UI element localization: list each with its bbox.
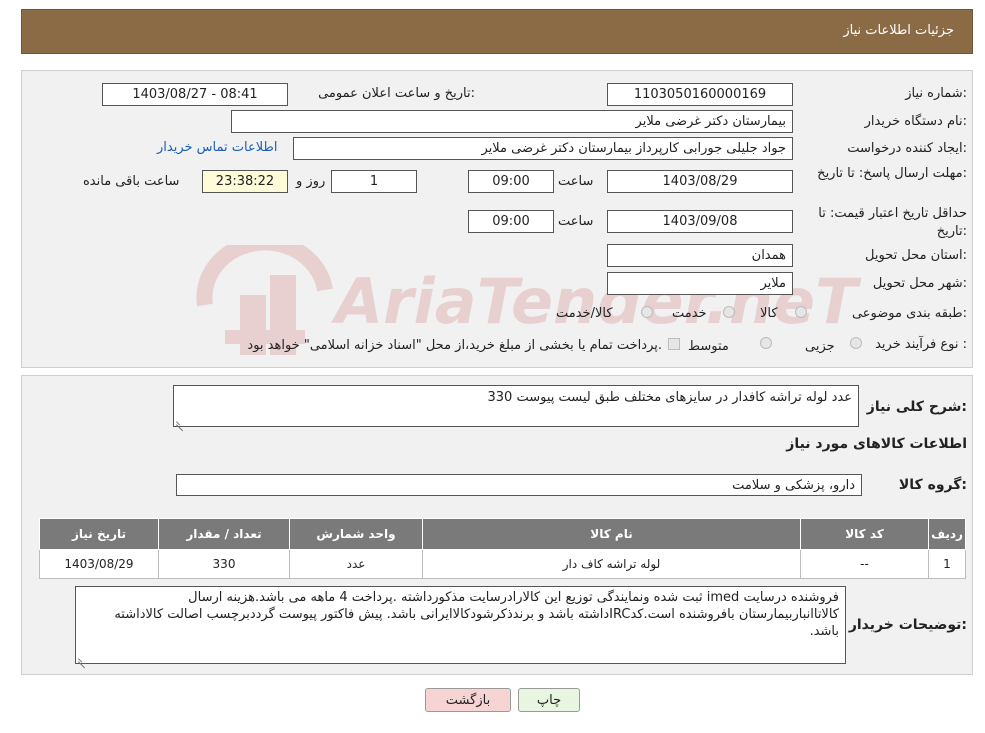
validity-label: حداقل تاریخ اعتبار قیمت: تا تاریخ: [818, 206, 967, 239]
category-goods-service-label: کالا/خدمت [556, 306, 613, 321]
province-label: استان محل تحویل: [865, 248, 967, 263]
cell-row: 1 [928, 549, 966, 579]
col-date-header: تاریخ نیاز [39, 518, 159, 550]
process-medium-label: متوسط [688, 339, 729, 354]
validity-time-label: ساعت [558, 214, 594, 229]
category-goods-radio[interactable] [795, 306, 807, 318]
days-field: 1 [331, 170, 417, 193]
announce-field: 1403/08/27 - 08:41 [102, 83, 288, 106]
category-service-label: خدمت [672, 306, 707, 321]
creator-label: ایجاد کننده درخواست: [847, 141, 967, 156]
back-button[interactable]: بازگشت [425, 688, 511, 712]
buyer-org-field: بیمارستان دکتر غرضی ملایر [231, 110, 793, 133]
goods-group-field: دارو، پزشکی و سلامت [176, 474, 862, 496]
creator-field: جواد جلیلی جورابی کارپرداز بیمارستان دکت… [293, 137, 793, 160]
cell-code: -- [800, 549, 929, 579]
page-title: جزئیات اطلاعات نیاز [843, 23, 954, 38]
summary-label: شرح کلی نیاز: [866, 399, 967, 415]
city-field: ملایر [607, 272, 793, 295]
remaining-label: ساعت باقی مانده [83, 174, 180, 189]
col-qty-header: تعداد / مقدار [158, 518, 290, 550]
category-service-radio[interactable] [723, 306, 735, 318]
items-table: ردیف کد کالا نام کالا واحد شمارش تعداد /… [39, 518, 966, 579]
remaining-time-field: 23:38:22 [202, 170, 288, 193]
process-minor-radio[interactable] [850, 337, 862, 349]
cell-name: لوله تراشه کاف دار [422, 549, 801, 579]
summary-text: 330 عدد لوله تراشه کافدار در سایزهای مخت… [487, 390, 852, 405]
table-header-row: ردیف کد کالا نام کالا واحد شمارش تعداد /… [39, 518, 966, 550]
validity-time-field: 09:00 [468, 210, 554, 233]
process-note: پرداخت تمام یا بخشی از مبلغ خرید،از محل … [247, 338, 662, 353]
col-row-header: ردیف [928, 518, 966, 550]
col-unit-header: واحد شمارش [289, 518, 423, 550]
table-row[interactable]: 1 -- لوله تراشه کاف دار عدد 330 1403/08/… [39, 549, 966, 579]
resize-grip-icon[interactable] [78, 654, 86, 662]
cell-qty: 330 [158, 549, 290, 579]
announce-label: تاریخ و ساعت اعلان عمومی: [318, 86, 475, 101]
need-number-field: 1103050160000169 [607, 83, 793, 106]
province-field: همدان [607, 244, 793, 267]
print-button[interactable]: چاپ [518, 688, 580, 712]
deadline-time-label: ساعت [558, 174, 594, 189]
process-medium-radio[interactable] [760, 337, 772, 349]
resize-grip-icon[interactable] [176, 417, 184, 425]
buyer-notes-label: توضیحات خریدار: [848, 617, 967, 633]
city-label: شهر محل تحویل: [872, 276, 967, 291]
deadline-label: مهلت ارسال پاسخ: تا تاریخ: [817, 166, 967, 181]
buyer-notes-field: فروشنده درسایت imed ثبت شده ونمایندگی تو… [75, 586, 846, 664]
page-header: جزئیات اطلاعات نیاز [21, 9, 973, 54]
col-name-header: نام کالا [422, 518, 801, 550]
treasury-checkbox[interactable] [668, 338, 680, 350]
cell-unit: عدد [289, 549, 423, 579]
items-table-wrapper: ردیف کد کالا نام کالا واحد شمارش تعداد /… [39, 518, 966, 579]
deadline-time-field: 09:00 [468, 170, 554, 193]
days-label: روز و [296, 174, 326, 189]
summary-field: 330 عدد لوله تراشه کافدار در سایزهای مخت… [173, 385, 859, 427]
category-goods-service-radio[interactable] [641, 306, 653, 318]
buyer-notes-text: فروشنده درسایت imed ثبت شده ونمایندگی تو… [114, 590, 839, 639]
category-label: طبقه بندی موضوعی: [851, 306, 967, 321]
category-goods-label: کالا [760, 306, 778, 321]
process-label: نوع فرآیند خرید : [875, 337, 967, 352]
col-code-header: کد کالا [800, 518, 929, 550]
buyer-org-label: نام دستگاه خریدار: [864, 114, 967, 129]
buyer-contact-link[interactable]: اطلاعات تماس خریدار [157, 140, 277, 155]
deadline-date-field: 1403/08/29 [607, 170, 793, 193]
need-number-label: شماره نیاز: [905, 86, 967, 101]
goods-group-label: گروه کالا: [898, 477, 967, 493]
goods-info-title: اطلاعات کالاهای مورد نیاز [786, 436, 967, 452]
validity-date-field: 1403/09/08 [607, 210, 793, 233]
cell-date: 1403/08/29 [39, 549, 159, 579]
process-minor-label: جزیی [805, 339, 835, 354]
